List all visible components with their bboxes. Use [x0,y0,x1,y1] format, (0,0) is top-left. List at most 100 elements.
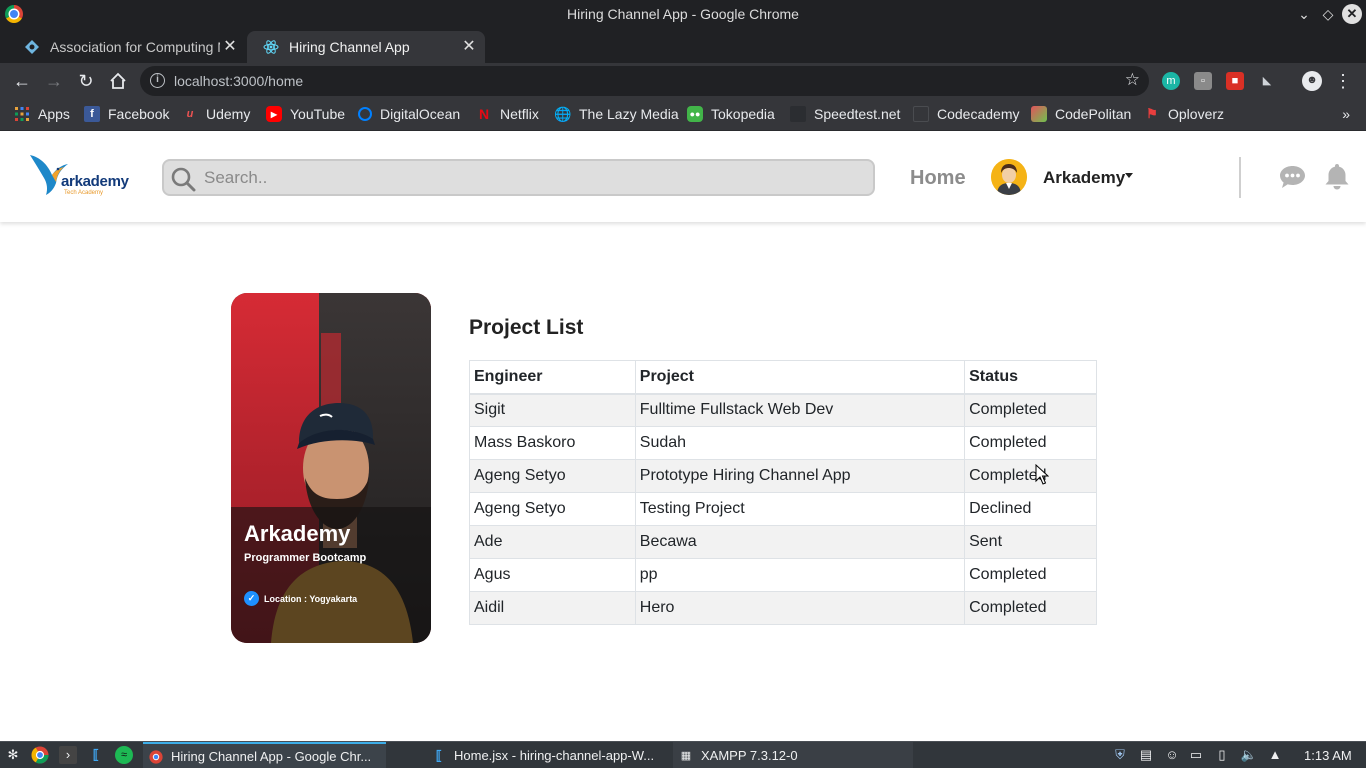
extension-m-icon[interactable]: m [1162,72,1180,90]
clipboard-icon[interactable]: ▤ [1137,746,1155,764]
engineer-cell: Ageng Setyo [469,492,636,526]
status-cell: Completed [964,393,1097,427]
notes-icon[interactable]: ▯ [1213,746,1231,764]
battery-icon[interactable]: ▭ [1187,746,1205,764]
bookmark-apps[interactable]: Apps [14,106,70,122]
extension-chat-icon[interactable]: ▫ [1194,72,1212,90]
table-row[interactable]: Ageng Setyo Testing Project Declined [469,492,1097,526]
tab-hiring-channel[interactable]: Hiring Channel App ✕ [247,31,485,63]
nav-home-link[interactable]: Home [910,167,966,190]
profile-card[interactable]: Arkademy Programmer Bootcamp ✓ Location … [231,293,431,643]
tab-label: Hiring Channel App [289,39,410,55]
volume-icon[interactable]: 🔈 [1240,746,1258,764]
bookmark-label: Tokopedia [711,106,775,122]
forward-arrow-icon[interactable]: → [43,70,65,92]
apps-grid-icon [14,106,30,122]
close-tab-icon[interactable]: ✕ [222,39,238,55]
vscode-icon: ⟦ [435,747,443,763]
bookmark-youtube[interactable]: ▶ YouTube [266,106,345,122]
tokopedia-icon: ●● [687,106,703,122]
search-icon [171,167,196,192]
bookmark-codecademy[interactable]: Codecademy [913,106,1020,122]
bookmark-digitalocean[interactable]: DigitalOcean [358,106,460,122]
udemy-icon: u [186,108,194,120]
close-window-icon[interactable]: ✕ [1342,4,1362,24]
search-input[interactable] [204,165,864,191]
maximize-icon[interactable]: ◇ [1318,4,1338,24]
bookmark-tokopedia[interactable]: ●● Tokopedia [687,106,775,122]
bookmark-netflix[interactable]: N Netflix [476,106,539,122]
app-navbar: arkademy Tech Academy Home Arkademy [0,133,1366,222]
profile-location-text: Location : Yogyakarta [264,593,358,604]
project-cell: Becawa [634,525,966,559]
minimize-icon[interactable]: ⌄ [1294,4,1314,24]
table-row[interactable]: Sigit Fulltime Fullstack Web Dev Complet… [469,393,1097,427]
home-icon[interactable] [107,70,129,92]
profile-avatar-icon[interactable]: ☻ [1302,71,1322,91]
status-cell: Sent [964,525,1097,559]
bookmark-codepolitan[interactable]: CodePolitan [1031,106,1131,122]
url-text[interactable]: localhost:3000/home [174,73,303,89]
bookmark-udemy[interactable]: u Udemy [182,106,251,122]
bookmark-facebook[interactable]: f Facebook [84,106,169,122]
bookmarks-overflow-icon[interactable]: » [1342,106,1350,122]
user-switch-icon[interactable]: ☺ [1163,746,1181,764]
taskbar-item-chrome[interactable]: Hiring Channel App - Google Chr... [143,742,386,768]
table-row[interactable]: Mass Baskoro Sudah Completed [469,426,1097,460]
spotify-launcher-icon[interactable]: ≈ [115,746,133,764]
profile-name: Arkademy [244,521,351,546]
user-name[interactable]: Arkademy [1043,168,1125,188]
user-avatar[interactable] [991,159,1027,195]
back-arrow-icon[interactable]: ← [11,70,33,92]
table-row[interactable]: Ageng Setyo Prototype Hiring Channel App… [469,459,1097,493]
bookmark-star-icon[interactable]: ☆ [1125,70,1140,90]
digitalocean-icon [358,107,372,121]
brand-logo[interactable]: arkademy Tech Academy [28,151,133,201]
extension-arch-icon[interactable]: ◣ [1258,72,1276,90]
table-header-row: Engineer Project Status [469,360,1097,395]
dropdown-caret-icon[interactable] [1125,173,1133,178]
column-header-status: Status [964,360,1097,395]
notification-bell-icon[interactable] [1325,163,1349,190]
table-row[interactable]: Aidil Hero Completed [469,591,1097,625]
vscode-launcher-icon[interactable]: ⟦ [87,746,105,764]
engineer-cell: Sigit [469,393,636,427]
status-cell: Completed [964,426,1097,460]
terminal-launcher-icon[interactable]: › [59,746,77,764]
table-row[interactable]: Ade Becawa Sent [469,525,1097,559]
reload-icon[interactable]: ↻ [75,70,97,92]
bookmark-label: Codecademy [937,106,1020,122]
taskbar-item-vscode[interactable]: ⟦ Home.jsx - hiring-channel-app-W... [426,742,666,768]
tab-label: Association for Computing Machinery [50,39,220,55]
close-tab-icon[interactable]: ✕ [461,39,477,55]
site-info-icon[interactable]: i [150,73,165,88]
taskbar-item-label: Hiring Channel App - Google Chr... [171,749,372,764]
tab-acm[interactable]: Association for Computing Machinery ✕ [8,31,246,63]
taskbar-item-xampp[interactable]: ▦ XAMPP 7.3.12-0 [673,742,913,768]
chat-bubble-icon[interactable] [1279,165,1306,189]
bookmark-speedtest[interactable]: Speedtest.net [790,106,900,122]
chrome-icon [147,748,165,766]
system-clock[interactable]: 1:13 AM [1304,748,1352,763]
bookmark-oploverz[interactable]: ⚑ Oploverz [1144,106,1224,122]
tab-strip: Association for Computing Machinery ✕ Hi… [0,29,1366,86]
bookmark-label: Udemy [206,106,251,122]
bookmark-the-lazy-media[interactable]: 🌐 The Lazy Media [554,106,678,123]
app-launcher-icon[interactable]: ✻ [4,746,22,764]
table-row[interactable]: Agus pp Completed [469,558,1097,592]
extension-red-icon[interactable]: ■ [1226,72,1244,90]
engineer-cell: Agus [469,558,636,592]
nav-divider [1239,157,1241,198]
window-title: Hiring Channel App - Google Chrome [567,6,799,22]
address-bar[interactable]: i localhost:3000/home ☆ [140,66,1149,96]
bookmark-label: CodePolitan [1055,106,1132,122]
shield-icon[interactable]: ⛨ [1111,746,1129,764]
user-avatar-icon [991,159,1027,195]
menu-kebab-icon[interactable]: ⋮ [1334,71,1352,92]
search-bar[interactable] [162,159,875,196]
chrome-launcher-icon[interactable] [31,746,49,764]
oploverz-icon: ⚑ [1146,106,1158,121]
project-cell: Sudah [634,426,966,460]
expand-tray-icon[interactable]: ▲ [1266,746,1284,764]
project-table: Engineer Project Status Sigit Fulltime F… [469,360,1097,625]
